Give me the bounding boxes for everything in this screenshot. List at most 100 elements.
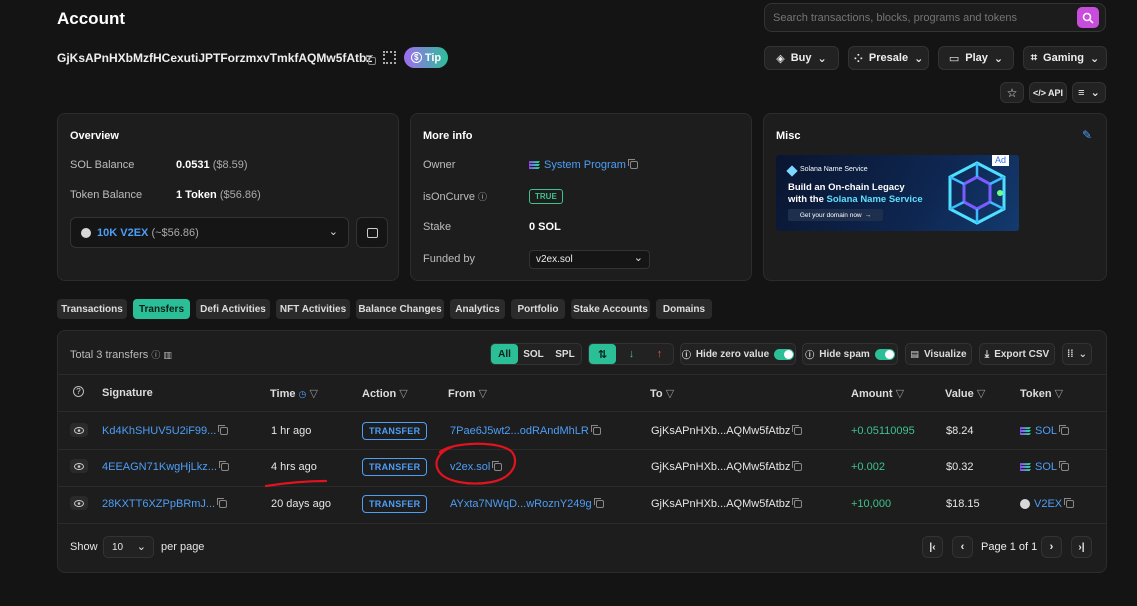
tab-stake-accounts[interactable]: Stake Accounts: [571, 299, 650, 319]
signature-cell[interactable]: Kd4KhSHUV5U2iF99...: [102, 425, 229, 437]
column-settings-button[interactable]: ⁞⁞ ⌄: [1062, 343, 1092, 365]
copy-icon[interactable]: [792, 425, 803, 436]
eye-icon[interactable]: [70, 423, 88, 437]
signature-cell[interactable]: 28KXTT6XZPpBRmJ...: [102, 498, 228, 510]
copy-icon[interactable]: [792, 498, 803, 509]
buy-menu[interactable]: ◈ Buy ⌄: [764, 46, 839, 70]
filter-icon[interactable]: ▽: [1055, 388, 1063, 400]
favorite-button[interactable]: ☆: [1000, 82, 1024, 103]
owner-value[interactable]: System Program: [529, 159, 638, 171]
copy-icon[interactable]: [593, 498, 604, 509]
first-page-button[interactable]: |‹: [922, 536, 943, 558]
to-cell[interactable]: GjKsAPnHXb...AQMw5fAtbz: [651, 425, 803, 437]
token-link[interactable]: V2EX: [1034, 498, 1062, 510]
token-link[interactable]: SOL: [1035, 425, 1057, 437]
tip-button[interactable]: $ Tip: [404, 47, 448, 68]
clock-icon[interactable]: ◷: [299, 389, 307, 399]
eye-icon[interactable]: [70, 496, 88, 510]
signature-link[interactable]: 4EEAGN71KwgHjLkz...: [102, 461, 217, 473]
ad-cta-button[interactable]: Get your domain now →: [788, 209, 883, 221]
wallet-button[interactable]: [356, 217, 388, 248]
hide-zero-value-toggle[interactable]: ⓘ Hide zero value: [680, 343, 796, 365]
copy-icon[interactable]: [1059, 425, 1070, 436]
col-action[interactable]: Action ▽: [362, 387, 408, 400]
tab-transactions[interactable]: Transactions: [57, 299, 127, 319]
tab-transfers[interactable]: Transfers: [133, 299, 190, 319]
from-cell[interactable]: AYxta7NWqD...wRoznY249g: [450, 498, 604, 510]
signature-link[interactable]: 28KXTT6XZPpBRmJ...: [102, 498, 215, 510]
ad-banner[interactable]: Ad Solana Name Service Build an On-chain…: [776, 155, 1019, 231]
copy-icon[interactable]: [492, 461, 503, 472]
copy-icon[interactable]: [792, 461, 803, 472]
funded-select[interactable]: v2ex.sol ⌄: [529, 250, 650, 269]
filter-outgoing[interactable]: ↑: [646, 344, 673, 364]
tab-nft-activities[interactable]: NFT Activities: [276, 299, 350, 319]
copy-icon[interactable]: [1064, 498, 1075, 509]
col-value[interactable]: Value ▽: [945, 387, 985, 400]
owner-link[interactable]: System Program: [544, 159, 626, 171]
filter-both-directions[interactable]: ⇅: [589, 344, 616, 364]
from-cell[interactable]: 7Pae6J5wt2...odRAndMhLR: [450, 425, 601, 437]
search-input[interactable]: [773, 10, 1068, 26]
to-cell[interactable]: GjKsAPnHXb...AQMw5fAtbz: [651, 461, 803, 473]
tab-portfolio[interactable]: Portfolio: [511, 299, 565, 319]
filter-icon[interactable]: ▽: [666, 388, 674, 400]
tab-domains[interactable]: Domains: [656, 299, 712, 319]
tab-analytics[interactable]: Analytics: [450, 299, 505, 319]
edit-icon[interactable]: ✎: [1082, 128, 1092, 142]
filter-spl[interactable]: SPL: [550, 344, 580, 364]
to-cell[interactable]: GjKsAPnHXb...AQMw5fAtbz: [651, 498, 803, 510]
copy-icon[interactable]: [627, 159, 638, 170]
copy-icon[interactable]: [217, 498, 228, 509]
filter-incoming[interactable]: ↓: [618, 344, 645, 364]
api-button[interactable]: </> API: [1029, 82, 1067, 103]
signature-cell[interactable]: 4EEAGN71KwgHjLkz...: [102, 461, 229, 473]
to-address[interactable]: GjKsAPnHXb...AQMw5fAtbz: [651, 425, 790, 437]
search-button[interactable]: [1077, 7, 1099, 28]
filter-icon[interactable]: ▽: [977, 388, 985, 400]
to-address[interactable]: GjKsAPnHXb...AQMw5fAtbz: [651, 498, 790, 510]
copy-icon[interactable]: [218, 425, 229, 436]
qr-code-icon[interactable]: [383, 51, 396, 64]
col-time[interactable]: Time ◷ ▽: [270, 387, 318, 400]
toggle-switch[interactable]: [874, 348, 895, 360]
gaming-menu[interactable]: ⌗ Gaming ⌄: [1023, 46, 1107, 70]
token-link[interactable]: SOL: [1035, 461, 1057, 473]
token-cell[interactable]: V2EX: [1020, 498, 1075, 510]
toggle-switch[interactable]: [774, 348, 795, 360]
filter-icon[interactable]: ▽: [399, 388, 407, 400]
col-amount[interactable]: Amount ▽: [851, 387, 904, 400]
filter-icon[interactable]: ▽: [309, 388, 317, 400]
presale-menu[interactable]: ⁘ Presale ⌄: [848, 46, 929, 70]
eye-icon[interactable]: [70, 459, 88, 473]
prev-page-button[interactable]: ‹: [952, 536, 973, 558]
page-size-select[interactable]: 10 ⌄: [103, 536, 154, 558]
from-link[interactable]: AYxta7NWqD...wRoznY249g: [450, 498, 592, 510]
copy-address-icon[interactable]: [366, 55, 376, 66]
export-csv-button[interactable]: ⤓ Export CSV: [979, 343, 1055, 365]
tab-defi-activities[interactable]: Defi Activities: [196, 299, 270, 319]
col-to[interactable]: To ▽: [650, 387, 674, 400]
tab-balance-changes[interactable]: Balance Changes: [356, 299, 444, 319]
to-address[interactable]: GjKsAPnHXb...AQMw5fAtbz: [651, 461, 790, 473]
from-link[interactable]: 7Pae6J5wt2...odRAndMhLR: [450, 425, 589, 437]
from-link[interactable]: v2ex.sol: [450, 461, 490, 473]
copy-icon[interactable]: [1059, 461, 1070, 472]
from-cell[interactable]: v2ex.sol: [450, 461, 503, 473]
play-menu[interactable]: ▭ Play ⌄: [938, 46, 1014, 70]
token-cell[interactable]: SOL: [1020, 461, 1070, 473]
filter-icon[interactable]: ▽: [479, 388, 487, 400]
filter-icon[interactable]: ▽: [896, 388, 904, 400]
signature-link[interactable]: Kd4KhSHUV5U2iF99...: [102, 425, 216, 437]
col-token[interactable]: Token ▽: [1020, 387, 1063, 400]
last-page-button[interactable]: ›|: [1071, 536, 1092, 558]
next-page-button[interactable]: ›: [1041, 536, 1062, 558]
filter-sol[interactable]: SOL: [520, 344, 547, 364]
token-cell[interactable]: SOL: [1020, 425, 1070, 437]
token-select[interactable]: 10K V2EX (~$56.86) ⌄: [70, 217, 349, 248]
search-bar[interactable]: [764, 3, 1106, 32]
filter-all[interactable]: All: [491, 344, 518, 364]
visualize-button[interactable]: ▤ Visualize: [905, 343, 972, 365]
list-view-menu[interactable]: ≡ ⌄: [1072, 82, 1106, 103]
copy-icon[interactable]: [218, 461, 229, 472]
